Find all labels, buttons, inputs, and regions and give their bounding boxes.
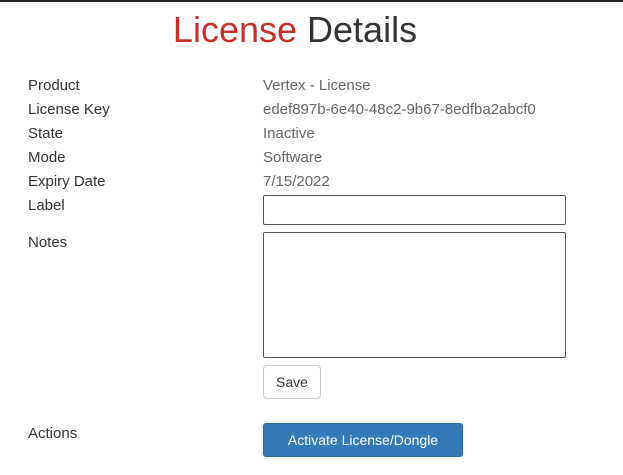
notes-textarea[interactable] <box>263 232 566 358</box>
product-value: Vertex - License <box>263 77 371 94</box>
state-label: State <box>28 125 64 142</box>
activate-license-button[interactable]: Activate License/Dongle <box>263 423 463 457</box>
license-key-value: edef897b-6e40-48c2-9b67-8edfba2abcf0 <box>263 101 536 118</box>
page-title-rest: Details <box>307 9 418 50</box>
license-details-page: License Details Product Vertex - License… <box>0 0 623 475</box>
actions-label: Actions <box>28 425 78 442</box>
page-title: License Details <box>0 10 590 50</box>
license-key-label: License Key <box>28 101 110 118</box>
label-input[interactable] <box>263 195 566 225</box>
label-field-label: Label <box>28 197 65 214</box>
expiry-date-label: Expiry Date <box>28 173 106 190</box>
save-button[interactable]: Save <box>263 365 321 399</box>
notes-field-label: Notes <box>28 234 68 251</box>
page-title-accent: License <box>172 9 298 50</box>
mode-label: Mode <box>28 149 66 166</box>
mode-value: Software <box>263 149 323 166</box>
state-value: Inactive <box>263 125 315 142</box>
expiry-date-value: 7/15/2022 <box>263 173 330 190</box>
product-label: Product <box>28 77 80 94</box>
